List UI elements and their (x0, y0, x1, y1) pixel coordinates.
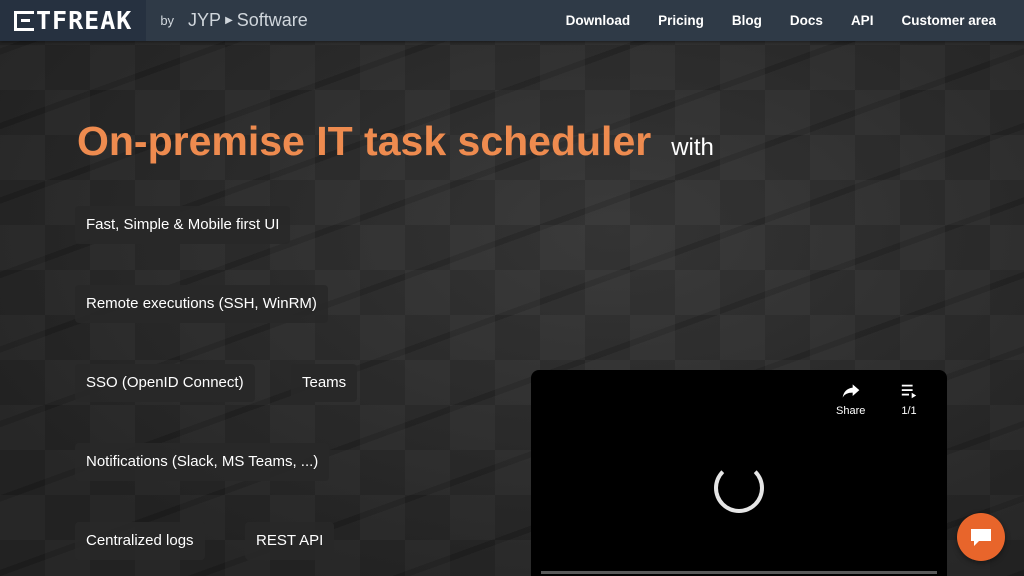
feature-badge-ui: Fast, Simple & Mobile first UI (75, 206, 291, 244)
by-label: by (160, 13, 175, 28)
share-label: Share (836, 405, 866, 417)
feature-badge-remote: Remote executions (SSH, WinRM) (75, 285, 328, 323)
page-title: On-premise IT task scheduler (77, 118, 652, 164)
nav-pricing[interactable]: Pricing (644, 13, 718, 28)
company-name: JYP (188, 10, 222, 30)
playlist-icon (901, 384, 917, 399)
video-player[interactable]: Share 1/1 (531, 370, 947, 576)
nav-docs[interactable]: Docs (776, 13, 837, 28)
chat-button[interactable] (957, 513, 1005, 561)
feature-badge-notifications: Notifications (Slack, MS Teams, ...) (75, 443, 330, 481)
playlist-label: 1/1 (901, 405, 917, 417)
logo-icon (14, 10, 34, 31)
nav-customer-area[interactable]: Customer area (887, 13, 1010, 28)
play-arrow-icon: ▶ (225, 15, 233, 26)
loading-spinner-icon (714, 463, 764, 513)
playlist-button[interactable]: 1/1 (900, 382, 918, 417)
feature-badge-api: REST API (245, 522, 335, 560)
share-button[interactable]: Share (836, 382, 865, 417)
company-suffix: Software (236, 10, 308, 30)
brand[interactable]: TFREAK (0, 0, 147, 41)
main-nav: Download Pricing Blog Docs API Customer … (552, 0, 1024, 41)
chat-icon (971, 529, 991, 546)
site-header: TFREAK by JYP ▶ Software Download Pricin… (0, 0, 1024, 41)
feature-badge-sso: SSO (OpenID Connect) (75, 364, 255, 402)
hero-heading: On-premise IT task scheduler with (77, 118, 714, 165)
logo[interactable]: TFREAK (14, 6, 132, 35)
feature-badge-logs: Centralized logs (75, 522, 205, 560)
with-label: with (671, 134, 714, 161)
nav-api[interactable]: API (837, 13, 888, 28)
nav-blog[interactable]: Blog (718, 13, 776, 28)
logo-text: TFREAK (36, 6, 133, 35)
company-link[interactable]: JYP ▶ Software (188, 10, 308, 31)
video-progress-bar[interactable] (541, 571, 937, 574)
share-icon (842, 384, 860, 398)
feature-badge-teams: Teams (291, 364, 358, 402)
nav-download[interactable]: Download (552, 13, 645, 28)
